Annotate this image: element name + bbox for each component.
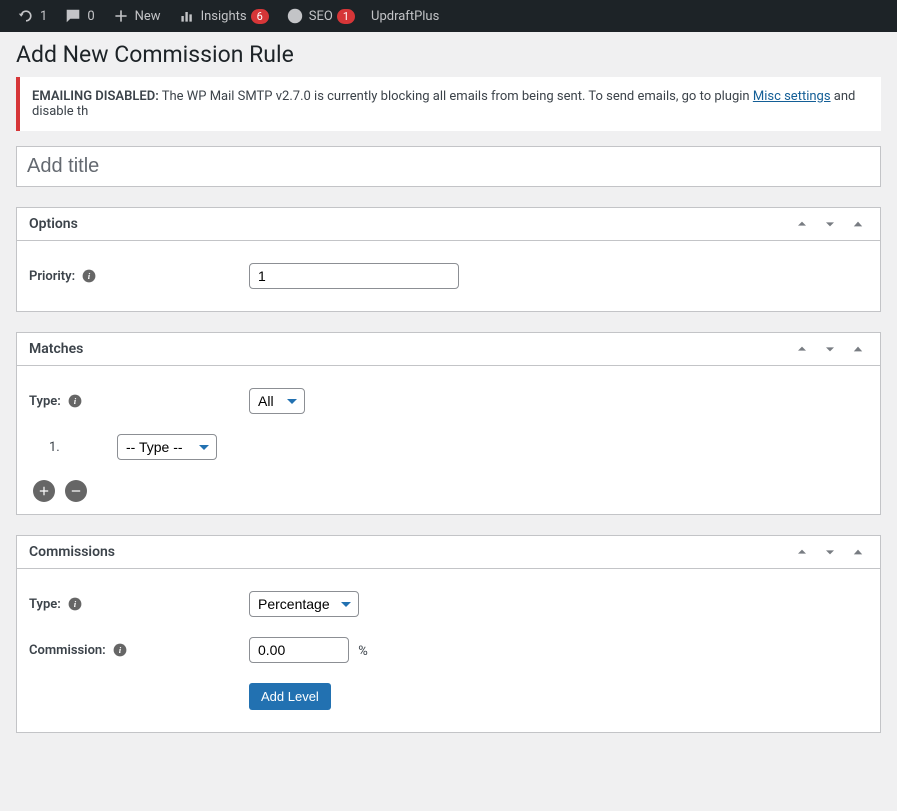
toolbar-refresh[interactable]: 1 bbox=[8, 0, 55, 32]
commission-input[interactable] bbox=[249, 637, 349, 663]
toolbar-updraft-label: UpdraftPlus bbox=[371, 9, 439, 24]
commission-label: Commission: bbox=[29, 643, 106, 658]
toolbar-comments-count: 0 bbox=[87, 9, 94, 24]
toolbar-new-label: New bbox=[135, 9, 161, 24]
info-icon[interactable]: i bbox=[112, 642, 128, 658]
notice-text1: The WP Mail SMTP v2.7.0 is currently blo… bbox=[159, 89, 753, 104]
match-row-type-wrap: -- Type -- bbox=[117, 434, 217, 460]
toolbar-comments[interactable]: 0 bbox=[55, 0, 102, 32]
commissions-postbox: Commissions Type: i Percentage Commissio… bbox=[16, 535, 881, 733]
toolbar-updraft[interactable]: UpdraftPlus bbox=[363, 0, 447, 32]
chart-icon bbox=[177, 6, 197, 26]
match-row-1: 1. -- Type -- bbox=[29, 424, 868, 470]
refresh-icon bbox=[16, 6, 36, 26]
commissions-heading: Commissions bbox=[17, 536, 127, 568]
matches-type-label: Type: bbox=[29, 394, 61, 409]
priority-label-wrap: Priority: i bbox=[29, 268, 249, 284]
options-toggle[interactable] bbox=[848, 214, 868, 234]
seo-icon bbox=[285, 6, 305, 26]
toolbar-refresh-count: 1 bbox=[40, 9, 47, 24]
matches-type-label-wrap: Type: i bbox=[29, 393, 249, 409]
matches-body: Type: i All 1. -- Type -- bbox=[17, 366, 880, 514]
seo-badge: 1 bbox=[337, 9, 355, 24]
toolbar-seo-label: SEO bbox=[309, 9, 333, 24]
commissions-move-down[interactable] bbox=[820, 542, 840, 562]
notice-strong: EMAILING DISABLED: bbox=[32, 89, 159, 104]
add-match-button[interactable] bbox=[33, 480, 55, 502]
add-level-button[interactable]: Add Level bbox=[249, 683, 331, 710]
commissions-type-label-wrap: Type: i bbox=[29, 596, 249, 612]
toolbar-new[interactable]: New bbox=[103, 0, 169, 32]
email-disabled-notice: EMAILING DISABLED: The WP Mail SMTP v2.7… bbox=[16, 77, 881, 131]
commissions-type-select-wrap: Percentage bbox=[249, 591, 359, 617]
comment-icon bbox=[63, 6, 83, 26]
commissions-type-label: Type: bbox=[29, 597, 61, 612]
options-postbox: Options Priority: i bbox=[16, 207, 881, 312]
commissions-type-row: Type: i Percentage bbox=[29, 581, 868, 627]
commission-label-wrap: Commission: i bbox=[29, 642, 249, 658]
toolbar-insights[interactable]: Insights 6 bbox=[169, 0, 277, 32]
commissions-toggle[interactable] bbox=[848, 542, 868, 562]
matches-toggle[interactable] bbox=[848, 339, 868, 359]
content-area: Add New Commission Rule EMAILING DISABLE… bbox=[0, 32, 897, 749]
options-handle-actions bbox=[792, 214, 880, 234]
commission-row: Commission: i % bbox=[29, 627, 868, 673]
match-row-type-select[interactable]: -- Type -- bbox=[117, 434, 217, 460]
matches-type-select-wrap: All bbox=[249, 388, 305, 414]
notice-link[interactable]: Misc settings bbox=[753, 89, 831, 104]
matches-type-row: Type: i All bbox=[29, 378, 868, 424]
matches-move-down[interactable] bbox=[820, 339, 840, 359]
commissions-body: Type: i Percentage Commission: i % bbox=[17, 569, 880, 732]
commission-suffix: % bbox=[358, 644, 368, 659]
title-wrap bbox=[16, 146, 881, 187]
info-icon[interactable]: i bbox=[81, 268, 97, 284]
matches-header: Matches bbox=[17, 333, 880, 366]
matches-heading: Matches bbox=[17, 333, 95, 365]
add-level-row: Add Level bbox=[29, 673, 868, 720]
match-row-buttons bbox=[29, 470, 868, 502]
admin-toolbar: 1 0 New Insights 6 SEO 1 UpdraftPlus bbox=[0, 0, 897, 32]
match-row-num: 1. bbox=[49, 440, 99, 455]
options-heading: Options bbox=[17, 208, 90, 240]
priority-row: Priority: i bbox=[29, 253, 868, 299]
matches-postbox: Matches Type: i All 1. -- Type -- bbox=[16, 332, 881, 515]
options-body: Priority: i bbox=[17, 241, 880, 311]
remove-match-button[interactable] bbox=[65, 480, 87, 502]
toolbar-insights-label: Insights bbox=[201, 9, 247, 24]
commissions-header: Commissions bbox=[17, 536, 880, 569]
options-move-down[interactable] bbox=[820, 214, 840, 234]
commissions-handle-actions bbox=[792, 542, 880, 562]
options-move-up[interactable] bbox=[792, 214, 812, 234]
title-input[interactable] bbox=[17, 147, 880, 186]
matches-type-select[interactable]: All bbox=[249, 388, 305, 414]
insights-badge: 6 bbox=[251, 9, 269, 24]
matches-move-up[interactable] bbox=[792, 339, 812, 359]
options-header: Options bbox=[17, 208, 880, 241]
matches-handle-actions bbox=[792, 339, 880, 359]
priority-label: Priority: bbox=[29, 269, 75, 284]
plus-icon bbox=[111, 6, 131, 26]
info-icon[interactable]: i bbox=[67, 596, 83, 612]
page-title: Add New Commission Rule bbox=[16, 32, 881, 72]
toolbar-seo[interactable]: SEO 1 bbox=[277, 0, 363, 32]
commissions-type-select[interactable]: Percentage bbox=[249, 591, 359, 617]
info-icon[interactable]: i bbox=[67, 393, 83, 409]
priority-input[interactable] bbox=[249, 263, 459, 289]
commissions-move-up[interactable] bbox=[792, 542, 812, 562]
